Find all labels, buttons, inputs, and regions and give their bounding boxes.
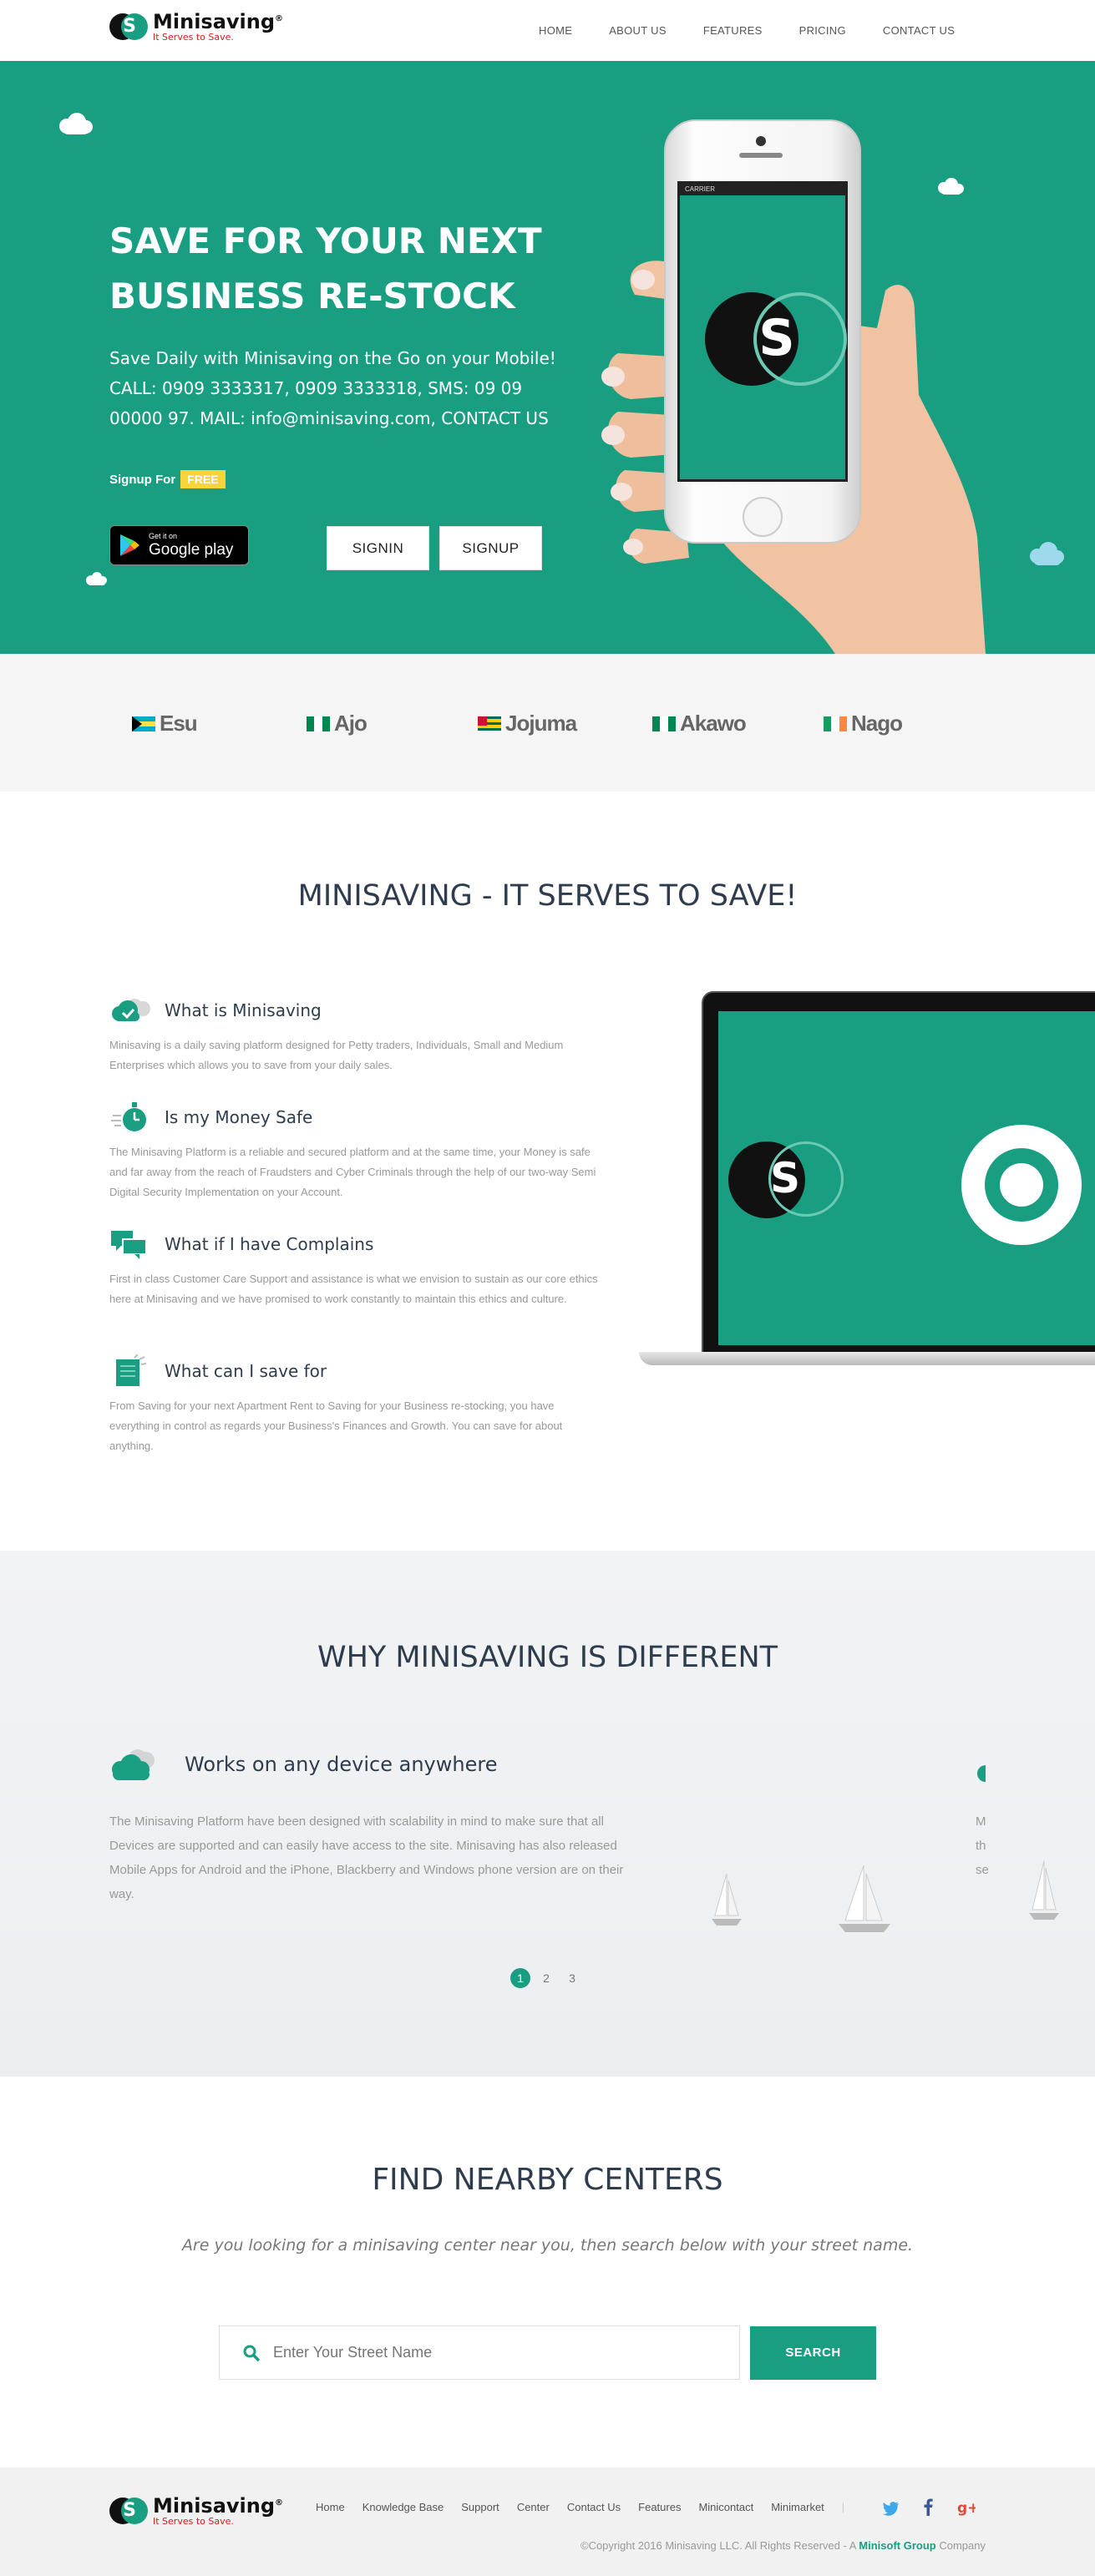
minisoft-group-link[interactable]: Minisoft Group xyxy=(859,2539,935,2552)
brands-strip: Esu Ajo Jojuma Akawo Nago xyxy=(0,654,1095,792)
phone-screen: CARRIER S xyxy=(677,181,848,482)
footer-link-features[interactable]: Features xyxy=(638,2501,681,2513)
footer-link-home[interactable]: Home xyxy=(316,2501,345,2513)
cloud-icon xyxy=(112,1749,155,1780)
brand-ajo[interactable]: Ajo xyxy=(307,711,368,736)
signin-button[interactable]: SIGNIN xyxy=(327,526,429,570)
logo-tagline: It Serves to Save. xyxy=(153,32,234,43)
brand-akawo[interactable]: Akawo xyxy=(652,711,747,736)
logo-name: Minisaving® xyxy=(153,2494,284,2518)
nigeria-flag-icon xyxy=(652,716,676,731)
google-play-button[interactable]: Get it on Google play xyxy=(109,525,249,565)
cloud-icon xyxy=(1030,542,1064,565)
nav-pricing[interactable]: PRICING xyxy=(799,24,846,37)
logo-badge-icon: S xyxy=(109,12,150,42)
sailboat-icon xyxy=(712,1873,742,1926)
page-dot-3[interactable]: 3 xyxy=(562,1968,582,1988)
footer-divider: | xyxy=(841,2501,845,2513)
footer-link-minicontact[interactable]: Minicontact xyxy=(698,2501,753,2513)
footer-link-center[interactable]: Center xyxy=(517,2501,550,2513)
cloud-check-icon xyxy=(109,994,155,1027)
logo-tagline: It Serves to Save. xyxy=(153,2516,234,2527)
why-card-body: The Minisaving Platform have been design… xyxy=(109,1814,624,1901)
laptop-image: S xyxy=(639,991,1095,1371)
street-search-input[interactable] xyxy=(273,2344,707,2361)
site-footer: S Minisaving® It Serves to Save. Home Kn… xyxy=(0,2467,1095,2576)
stopwatch-icon xyxy=(109,1101,155,1134)
phone-image: CARRIER S xyxy=(664,119,861,544)
find-subtitle: Are you looking for a minisaving center … xyxy=(181,2236,914,2255)
brand-esu[interactable]: Esu xyxy=(132,711,198,736)
search-button[interactable]: SEARCH xyxy=(750,2326,876,2380)
logo-name: Minisaving® xyxy=(153,10,284,33)
find-title: FIND NEARBY CENTERS xyxy=(372,2163,723,2197)
footer-link-minimarket[interactable]: Minimarket xyxy=(771,2501,824,2513)
ireland-flag-icon xyxy=(824,716,847,731)
facebook-icon[interactable] xyxy=(923,2498,933,2516)
hero-subtitle: Save Daily with Minisaving on the Go on … xyxy=(109,348,556,428)
next-card-peek: M th se xyxy=(976,1814,989,1877)
document-icon xyxy=(109,1354,155,1388)
header-logo[interactable]: S Minisaving® It Serves to Save. xyxy=(109,12,283,42)
feature-item: Is my Money Safe The Minisaving Platform… xyxy=(109,1101,602,1202)
footer-nav: Home Knowledge Base Support Center Conta… xyxy=(316,2501,844,2513)
footer-link-knowledge-base[interactable]: Knowledge Base xyxy=(362,2501,444,2513)
signup-button[interactable]: SIGNUP xyxy=(439,526,542,570)
page-dot-1[interactable]: 1 xyxy=(510,1968,530,1988)
nav-contact-us[interactable]: CONTACT US xyxy=(883,24,955,37)
site-header: S Minisaving® It Serves to Save. HOME AB… xyxy=(0,0,1095,61)
free-badge: FREE xyxy=(180,470,226,488)
sailboat-icon xyxy=(839,1865,890,1932)
why-card-header: Works on any device anywhere xyxy=(109,1747,497,1782)
togo-flag-icon xyxy=(478,716,501,731)
brand-nago[interactable]: Nago xyxy=(824,711,903,736)
hero-title: SAVE FOR YOUR NEXT BUSINESS RE-STOCK xyxy=(109,220,542,316)
cloud-icon xyxy=(86,572,107,585)
footer-link-contact-us[interactable]: Contact Us xyxy=(567,2501,621,2513)
signup-for-label: Signup For FREE xyxy=(109,470,226,488)
cloud-icon xyxy=(977,1765,986,1782)
chat-bubbles-icon xyxy=(109,1227,155,1261)
carousel-pagination: 1 2 3 xyxy=(510,1968,588,1988)
google-plus-icon[interactable]: g+ xyxy=(957,2499,976,2516)
street-search-field[interactable] xyxy=(219,2325,740,2380)
about-title: MINISAVING - IT SERVES TO SAVE! xyxy=(297,879,798,913)
nav-home[interactable]: HOME xyxy=(539,24,572,37)
hero-section: SAVE FOR YOUR NEXT BUSINESS RE-STOCK Sav… xyxy=(0,61,1095,654)
feature-item: What can I save for From Saving for your… xyxy=(109,1354,602,1456)
why-title: WHY MINISAVING IS DIFFERENT xyxy=(317,1641,778,1674)
nav-about-us[interactable]: ABOUT US xyxy=(609,24,667,37)
brand-jojuma[interactable]: Jojuma xyxy=(478,711,577,736)
copyright-text: ©Copyright 2016 Minisaving LLC. All Righ… xyxy=(580,2539,986,2552)
nigeria-flag-icon xyxy=(307,716,330,731)
twitter-icon[interactable] xyxy=(883,2501,900,2516)
cloud-icon xyxy=(59,113,93,134)
footer-logo[interactable]: S Minisaving® It Serves to Save. xyxy=(109,2496,283,2526)
logo-badge-icon: S xyxy=(109,2496,150,2526)
search-icon xyxy=(243,2345,261,2361)
feature-item: What is Minisaving Minisaving is a daily… xyxy=(109,994,602,1075)
svg-text:g+: g+ xyxy=(957,2500,976,2516)
google-play-icon xyxy=(119,534,140,557)
main-nav: HOME ABOUT US FEATURES PRICING CONTACT U… xyxy=(539,24,991,37)
bahamas-flag-icon xyxy=(132,716,155,731)
footer-link-support[interactable]: Support xyxy=(461,2501,499,2513)
sailboat-icon xyxy=(1029,1860,1059,1920)
page-dot-2[interactable]: 2 xyxy=(536,1968,556,1988)
feature-item: What if I have Complains First in class … xyxy=(109,1227,602,1309)
nav-features[interactable]: FEATURES xyxy=(703,24,763,37)
why-section: WHY MINISAVING IS DIFFERENT Works on any… xyxy=(0,1551,1095,2077)
